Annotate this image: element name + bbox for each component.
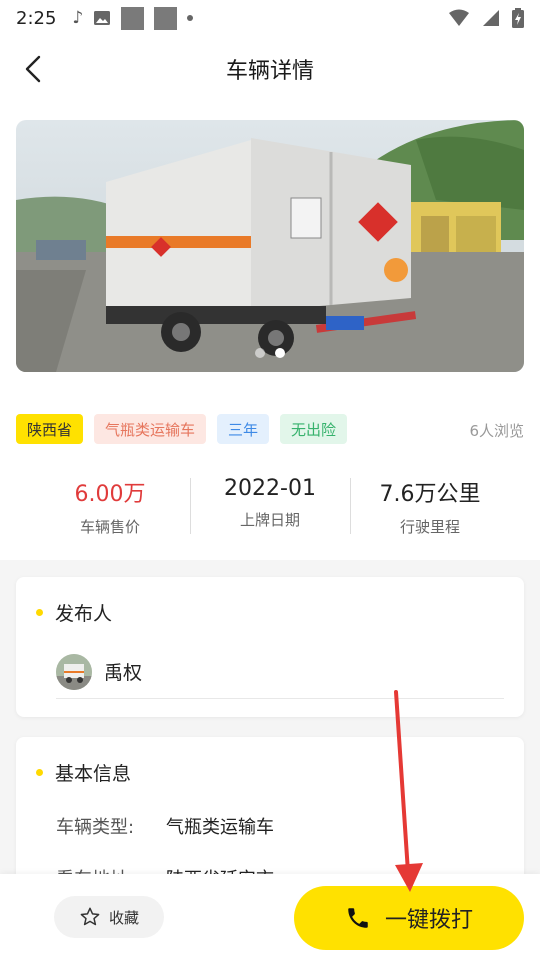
star-icon	[80, 907, 100, 926]
info-row-vehicle-type: 车辆类型: 气瓶类运输车	[56, 813, 274, 839]
price-stat: 6.00万 车辆售价	[30, 474, 190, 538]
call-label: 一键拨打	[384, 908, 473, 933]
carousel-dot[interactable]	[255, 348, 265, 358]
tag-list: 陕西省 气瓶类运输车 三年 无出险	[16, 414, 348, 444]
bullet-icon	[36, 609, 43, 616]
tag-province: 陕西省	[16, 414, 84, 444]
mileage-value: 7.6万公里	[379, 482, 481, 507]
vehicle-photo	[16, 120, 524, 372]
favorite-button[interactable]: 收藏	[54, 896, 164, 938]
registration-label: 上牌日期	[239, 511, 300, 529]
vehicle-summary: 陕西省 气瓶类运输车 三年 无出险 6人浏览 6.00万 车辆售价 2022-0…	[0, 102, 540, 560]
tag-vehicle-type: 气瓶类运输车	[94, 414, 207, 444]
phone-icon	[348, 908, 368, 928]
registration-value: 2022-01	[224, 476, 316, 501]
publisher-title-text: 发布人	[55, 603, 113, 625]
mileage-stat: 7.6万公里 行驶里程	[350, 474, 510, 538]
price-value: 6.00万	[74, 482, 146, 507]
notification-icon	[154, 6, 178, 30]
avatar-image	[56, 653, 92, 690]
basic-info-section-title: 基本信息	[36, 759, 131, 786]
music-note-icon: ♪	[72, 8, 84, 28]
status-bar: 2:25 ♪	[0, 0, 540, 36]
price-label: 车辆售价	[79, 518, 140, 536]
more-notifications-icon	[187, 15, 194, 21]
favorite-label: 收藏	[108, 908, 139, 927]
publisher-name: 禹权	[104, 662, 143, 684]
carousel-indicator	[16, 348, 524, 358]
back-arrow-icon	[25, 55, 41, 83]
page-title: 车辆详情	[225, 59, 314, 84]
view-count: 6人浏览	[469, 422, 524, 440]
bottom-action-bar: 收藏 一键拨打	[0, 874, 540, 960]
basic-info-title-text: 基本信息	[55, 763, 132, 785]
vehicle-photo-carousel[interactable]	[16, 120, 524, 372]
info-label: 车辆类型:	[56, 817, 135, 838]
image-icon	[94, 11, 111, 25]
tag-duration: 三年	[217, 414, 270, 444]
carousel-dot-active[interactable]	[275, 348, 285, 358]
battery-icon	[512, 8, 524, 28]
status-icons: ♪	[72, 6, 194, 30]
avatar	[56, 653, 92, 690]
signal-icon	[483, 10, 499, 26]
mileage-label: 行驶里程	[399, 518, 460, 536]
wifi-icon	[449, 9, 469, 26]
call-button[interactable]: 一键拨打	[294, 886, 524, 950]
publisher-section-title: 发布人	[36, 599, 112, 626]
tag-accident-free: 无出险	[280, 414, 348, 444]
publisher-card: 发布人 禹权	[16, 577, 524, 717]
notification-icon	[121, 6, 145, 30]
bullet-icon	[36, 769, 43, 776]
vehicle-stats: 6.00万 车辆售价 2022-01 上牌日期 7.6万公里 行驶里程	[30, 474, 510, 538]
registration-stat: 2022-01 上牌日期	[190, 474, 350, 538]
status-time: 2:25	[16, 7, 57, 29]
nav-bar: 车辆详情	[0, 36, 540, 102]
publisher-row[interactable]: 禹权	[56, 649, 504, 699]
info-value: 气瓶类运输车	[166, 817, 274, 838]
back-button[interactable]	[16, 50, 50, 88]
